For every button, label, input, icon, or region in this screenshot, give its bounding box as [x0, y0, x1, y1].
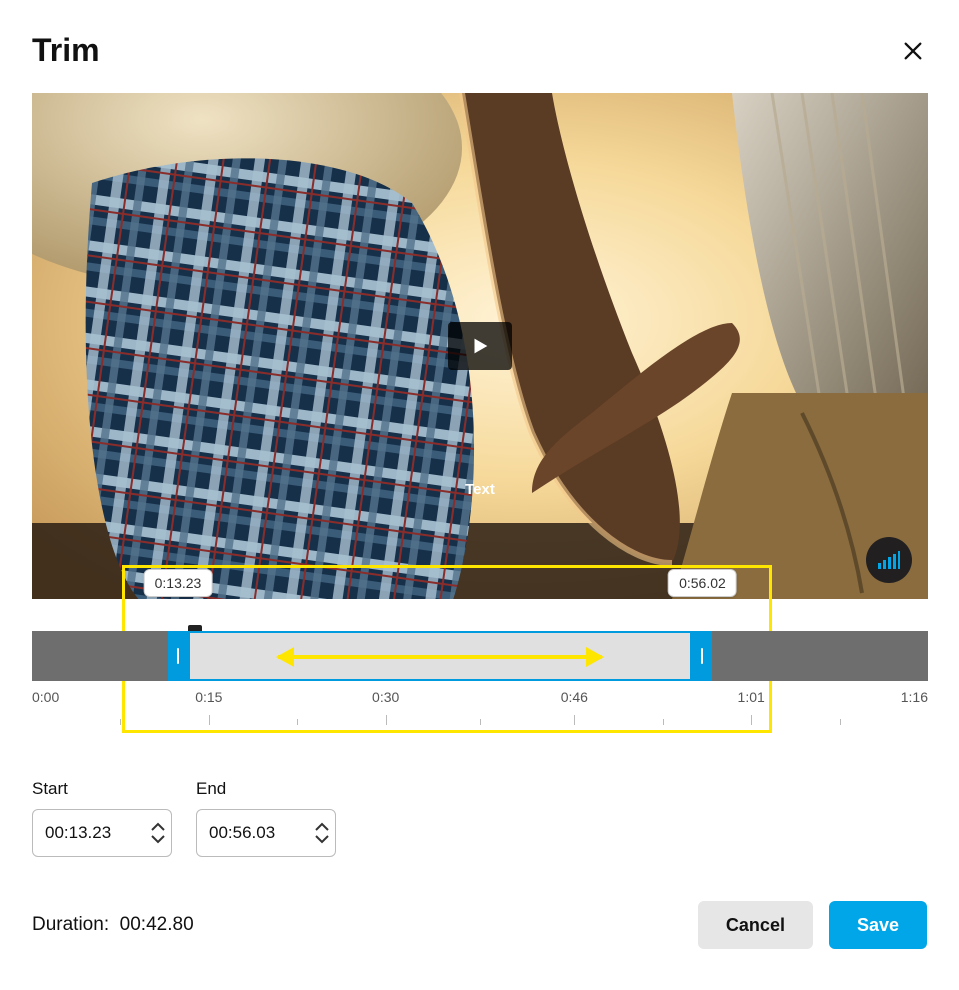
timeline: 0:13.23 0:56.02 0:000:150:300:461:011:16 — [32, 599, 928, 729]
timeline-ticks: 0:00 0:15 0:30 0:46 1:01 1:16 — [32, 689, 928, 729]
trim-start-handle[interactable] — [168, 631, 188, 681]
duration-value: 00:42.80 — [120, 914, 194, 935]
duration-label: Duration: — [32, 914, 109, 935]
start-value: 00:13.23 — [45, 823, 111, 843]
tick-label: 1:16 — [901, 689, 928, 705]
trim-modal: Trim — [0, 0, 959, 990]
trim-end-tooltip: 0:56.02 — [668, 569, 737, 597]
end-field: End 00:56.03 — [196, 779, 336, 857]
tick-label: 0:46 — [561, 689, 588, 705]
trim-selection[interactable] — [188, 631, 692, 681]
timeline-track[interactable] — [32, 631, 928, 681]
play-button[interactable] — [448, 322, 512, 370]
footer-actions: Cancel Save — [698, 901, 927, 949]
end-label: End — [196, 779, 336, 799]
cancel-button[interactable]: Cancel — [698, 901, 813, 949]
trim-start-tooltip: 0:13.23 — [144, 569, 213, 597]
tick-label: 0:15 — [195, 689, 222, 705]
tick-label: 0:00 — [32, 689, 59, 705]
chevron-up-icon[interactable] — [315, 822, 329, 832]
save-button[interactable]: Save — [829, 901, 927, 949]
modal-title: Trim — [32, 32, 100, 69]
modal-footer: Duration: 00:42.80 Cancel Save — [32, 901, 927, 949]
end-stepper[interactable]: 00:56.03 — [196, 809, 336, 857]
close-button[interactable] — [899, 37, 927, 65]
trim-end-handle[interactable] — [692, 631, 712, 681]
chevron-up-icon[interactable] — [151, 822, 165, 832]
end-value: 00:56.03 — [209, 823, 275, 843]
time-fields: Start 00:13.23 End 00:56.03 — [32, 779, 927, 857]
video-overlay-text: Text — [465, 481, 495, 498]
start-label: Start — [32, 779, 172, 799]
start-stepper[interactable]: 00:13.23 — [32, 809, 172, 857]
audio-levels-button[interactable] — [866, 537, 912, 583]
video-preview: Text — [32, 93, 928, 599]
play-icon — [469, 335, 491, 357]
tick-label: 1:01 — [738, 689, 765, 705]
close-icon — [902, 40, 924, 62]
tick-label: 0:30 — [372, 689, 399, 705]
chevron-down-icon[interactable] — [315, 834, 329, 844]
modal-header: Trim — [32, 32, 927, 69]
audio-bars-icon — [878, 551, 900, 569]
duration-display: Duration: 00:42.80 — [32, 914, 194, 936]
start-field: Start 00:13.23 — [32, 779, 172, 857]
chevron-down-icon[interactable] — [151, 834, 165, 844]
